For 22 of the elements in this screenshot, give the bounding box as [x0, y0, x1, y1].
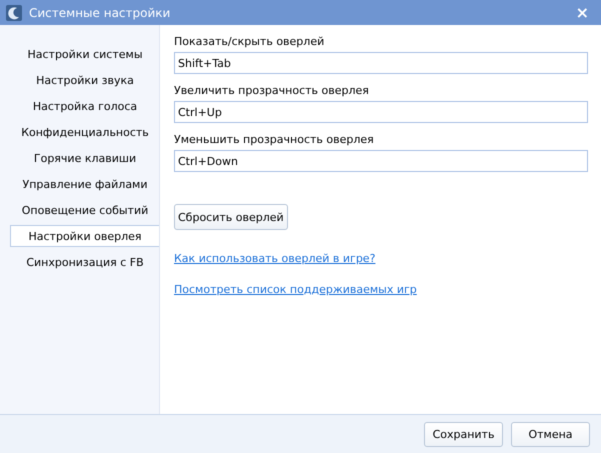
save-button[interactable]: Сохранить [424, 422, 503, 446]
input-field[interactable]: Ctrl+Down [174, 150, 588, 172]
reset-button[interactable]: Сбросить оверлей [174, 204, 288, 230]
sidebar-item[interactable]: Конфиденциальность [10, 121, 159, 143]
sidebar-item[interactable]: Горячие клавиши [10, 147, 159, 169]
help-link[interactable]: Как использовать оверлей в игре? [174, 252, 376, 265]
sidebar-item[interactable]: Настройки звука [10, 69, 159, 91]
input-field[interactable]: Shift+Tab [174, 52, 588, 74]
app-logo-icon [6, 4, 22, 20]
sidebar-item[interactable]: Настройки оверлея [10, 225, 159, 247]
sidebar-item[interactable]: Управление файлами [10, 173, 159, 195]
sidebar-item[interactable]: Настройка голоса [10, 95, 159, 117]
cancel-button[interactable]: Отмена [511, 422, 590, 446]
field-label: Уменьшить прозрачность оверлея [174, 133, 375, 146]
sidebar-item[interactable]: Настройки системы [10, 43, 159, 65]
help-link[interactable]: Посмотреть список поддерживаемых игр [174, 283, 417, 296]
field-label: Показать/скрыть оверлей [174, 35, 326, 48]
window-title: Системные настройки [29, 6, 172, 20]
sidebar-item[interactable]: Оповещение событий [10, 199, 159, 221]
input-field[interactable]: Ctrl+Up [174, 101, 588, 123]
sidebar-item[interactable]: Синхронизация с FB [10, 251, 159, 273]
field-label: Увеличить прозрачность оверлея [174, 84, 370, 97]
